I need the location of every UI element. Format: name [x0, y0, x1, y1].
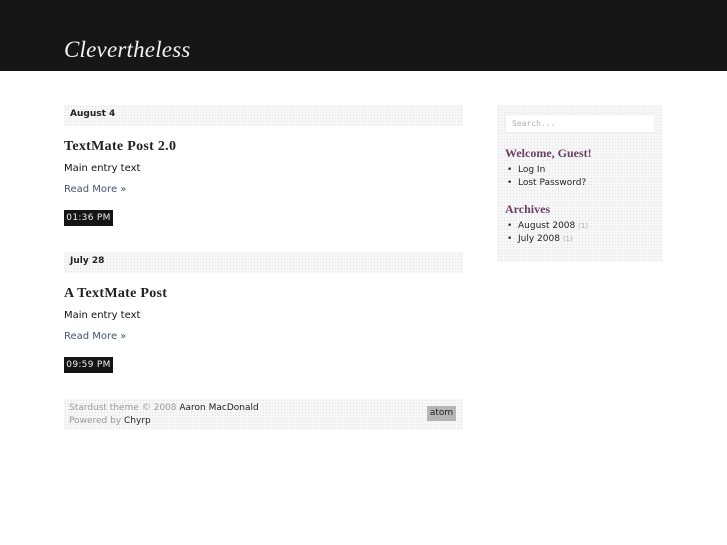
list-item: • July 2008 (1): [507, 233, 588, 246]
footer-powered-text: Powered by: [69, 416, 125, 426]
sidebar: Welcome, Guest! • Log In • Lost Password…: [497, 105, 663, 262]
lost-password-link[interactable]: Lost Password?: [518, 178, 586, 188]
archives-list: • August 2008 (1) • July 2008 (1): [507, 220, 588, 246]
post-time-permalink[interactable]: 09:59 PM: [64, 357, 113, 373]
bullet-icon: •: [507, 234, 513, 244]
bullet-icon: •: [507, 221, 513, 231]
post-title-link[interactable]: A TextMate Post: [64, 285, 167, 303]
welcome-heading: Welcome, Guest!: [505, 146, 592, 160]
bullet-icon: •: [507, 165, 513, 175]
site-title-link[interactable]: Clevertheless: [64, 36, 191, 64]
chyrp-link[interactable]: Chyrp: [124, 416, 151, 426]
bullet-icon: •: [507, 178, 513, 188]
archives-heading: Archives: [505, 202, 551, 216]
site-footer: Stardust theme © 2008 Aaron MacDonald Po…: [64, 399, 463, 430]
account-links-list: • Log In • Lost Password?: [507, 164, 586, 190]
site-header: Clevertheless: [0, 0, 727, 71]
theme-author-link[interactable]: Aaron MacDonald: [179, 403, 258, 413]
post-date: August 4: [70, 109, 116, 119]
footer-theme-text: Stardust theme © 2008: [69, 403, 180, 413]
list-item: • Lost Password?: [507, 177, 586, 190]
footer-credit: Stardust theme © 2008 Aaron MacDonald: [69, 403, 259, 413]
post-time-permalink[interactable]: 01:36 PM: [64, 210, 113, 226]
read-more-link[interactable]: Read More »: [64, 331, 126, 342]
post-date: July 28: [70, 256, 105, 266]
archive-count: (1): [578, 222, 589, 230]
archive-link-august-2008[interactable]: August 2008: [518, 221, 575, 231]
archive-link-july-2008[interactable]: July 2008: [518, 234, 560, 244]
read-more-link[interactable]: Read More »: [64, 184, 126, 195]
archive-count: (1): [562, 235, 573, 243]
footer-powered: Powered by Chyrp: [69, 416, 151, 426]
list-item: • August 2008 (1): [507, 220, 588, 233]
post-body: Main entry text: [64, 310, 141, 321]
post-title-link[interactable]: TextMate Post 2.0: [64, 138, 176, 156]
list-item: • Log In: [507, 164, 586, 177]
log-in-link[interactable]: Log In: [518, 165, 545, 175]
post-body: Main entry text: [64, 163, 141, 174]
search-input[interactable]: [505, 114, 655, 133]
atom-feed-button[interactable]: atom: [427, 406, 456, 421]
post-date-bar: August 4: [64, 105, 463, 126]
post-date-bar: July 28: [64, 252, 463, 273]
